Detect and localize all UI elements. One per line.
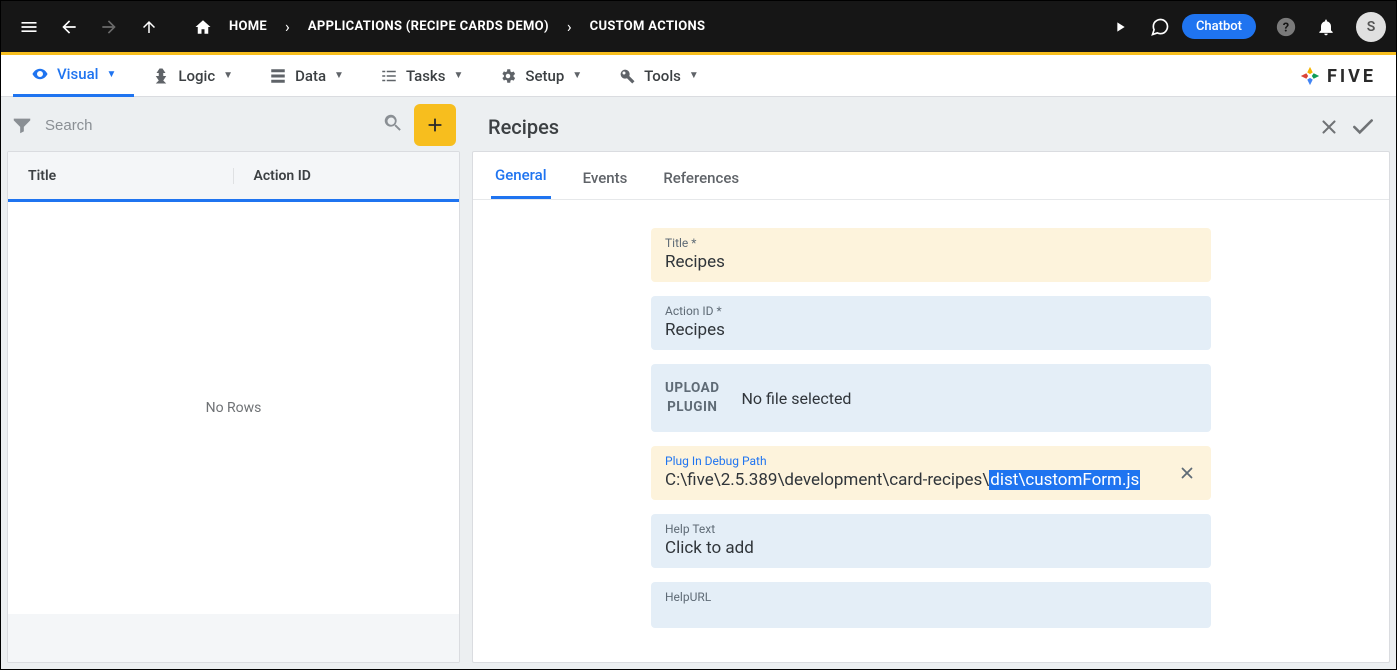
- table-empty-text: No Rows: [8, 202, 459, 614]
- tab-visual[interactable]: Visual ▼: [13, 55, 134, 97]
- brand-logo: FIVE: [1299, 55, 1376, 97]
- dropdown-icon: ▼: [689, 70, 699, 81]
- subtab-events[interactable]: Events: [579, 169, 632, 199]
- helptext-label: Help Text: [665, 522, 1197, 536]
- helpurl-label: HelpURL: [665, 590, 1197, 604]
- chatbot-button[interactable]: Chatbot: [1182, 14, 1256, 39]
- search-icon[interactable]: [382, 112, 404, 138]
- svg-text:?: ?: [1283, 20, 1289, 35]
- menu-icon[interactable]: [11, 9, 47, 45]
- tab-tools-label: Tools: [644, 67, 681, 85]
- tab-tasks-label: Tasks: [406, 67, 446, 85]
- helptext-field[interactable]: Help Text Click to add: [651, 514, 1211, 568]
- topbar: HOME › APPLICATIONS (RECIPE CARDS DEMO) …: [1, 1, 1396, 55]
- title-label: Title *: [665, 236, 1197, 250]
- tab-data[interactable]: Data ▼: [251, 55, 362, 97]
- actionid-field[interactable]: Action ID * Recipes: [651, 296, 1211, 350]
- dropdown-icon: ▼: [106, 69, 116, 80]
- subtab-general[interactable]: General: [491, 166, 551, 199]
- list-table: Title Action ID No Rows: [7, 151, 460, 663]
- subtab-references[interactable]: References: [659, 169, 743, 199]
- col-action-id[interactable]: Action ID: [234, 168, 460, 184]
- page-title: Recipes: [482, 115, 1312, 139]
- brand-text: FIVE: [1327, 66, 1376, 87]
- left-panel: Title Action ID No Rows: [1, 97, 466, 669]
- tab-setup[interactable]: Setup ▼: [481, 55, 600, 97]
- crumb-home[interactable]: HOME: [225, 19, 271, 34]
- debug-path-selection: dist\customForm.js: [989, 470, 1140, 490]
- avatar[interactable]: S: [1356, 12, 1386, 42]
- actionid-label: Action ID *: [665, 304, 1197, 318]
- upload-plugin-field[interactable]: UPLOAD PLUGIN No file selected: [651, 364, 1211, 432]
- actionid-value: Recipes: [665, 320, 1197, 340]
- play-icon[interactable]: [1102, 9, 1138, 45]
- five-logo-icon: [1299, 65, 1321, 87]
- right-panel: Recipes General Events References Title …: [466, 97, 1396, 669]
- table-footer: [8, 614, 459, 662]
- clear-icon[interactable]: [1175, 461, 1199, 485]
- tab-setup-label: Setup: [525, 67, 564, 85]
- crumb-applications[interactable]: APPLICATIONS (RECIPE CARDS DEMO): [304, 19, 553, 34]
- tab-data-label: Data: [295, 67, 326, 85]
- tab-tools[interactable]: Tools ▼: [600, 55, 717, 97]
- confirm-button[interactable]: [1346, 110, 1380, 144]
- chat-icon[interactable]: [1142, 9, 1178, 45]
- main-tabstrip: Visual ▼ Logic ▼ Data ▼ Tasks ▼ Setup ▼ …: [1, 55, 1396, 97]
- debug-path-value: C:\five\2.5.389\development\card-recipes…: [665, 470, 1197, 490]
- upload-plugin-text: No file selected: [742, 389, 852, 408]
- debug-path-label: Plug In Debug Path: [665, 454, 1197, 468]
- tab-tasks[interactable]: Tasks ▼: [362, 55, 481, 97]
- chevron-right-icon: ›: [557, 17, 582, 36]
- dropdown-icon: ▼: [453, 70, 463, 81]
- filter-icon[interactable]: [11, 114, 33, 136]
- up-icon[interactable]: [131, 9, 167, 45]
- chevron-right-icon: ›: [275, 17, 300, 36]
- search-input[interactable]: [45, 117, 370, 134]
- dropdown-icon: ▼: [334, 70, 344, 81]
- debug-path-field[interactable]: Plug In Debug Path C:\five\2.5.389\devel…: [651, 446, 1211, 500]
- dropdown-icon: ▼: [572, 70, 582, 81]
- title-value: Recipes: [665, 252, 1197, 272]
- helptext-value: Click to add: [665, 538, 1197, 558]
- help-icon[interactable]: ?: [1268, 9, 1304, 45]
- col-title[interactable]: Title: [8, 168, 234, 184]
- dropdown-icon: ▼: [223, 70, 233, 81]
- helpurl-field[interactable]: HelpURL: [651, 582, 1211, 628]
- add-button[interactable]: [414, 104, 456, 146]
- home-icon[interactable]: [185, 9, 221, 45]
- tab-logic-label: Logic: [178, 67, 215, 85]
- title-field[interactable]: Title * Recipes: [651, 228, 1211, 282]
- forward-icon: [91, 9, 127, 45]
- tab-logic[interactable]: Logic ▼: [134, 55, 251, 97]
- bell-icon[interactable]: [1308, 9, 1344, 45]
- back-icon[interactable]: [51, 9, 87, 45]
- close-button[interactable]: [1312, 110, 1346, 144]
- tab-visual-label: Visual: [57, 65, 98, 83]
- crumb-custom-actions[interactable]: CUSTOM ACTIONS: [586, 19, 710, 34]
- upload-plugin-label: UPLOAD PLUGIN: [665, 379, 720, 417]
